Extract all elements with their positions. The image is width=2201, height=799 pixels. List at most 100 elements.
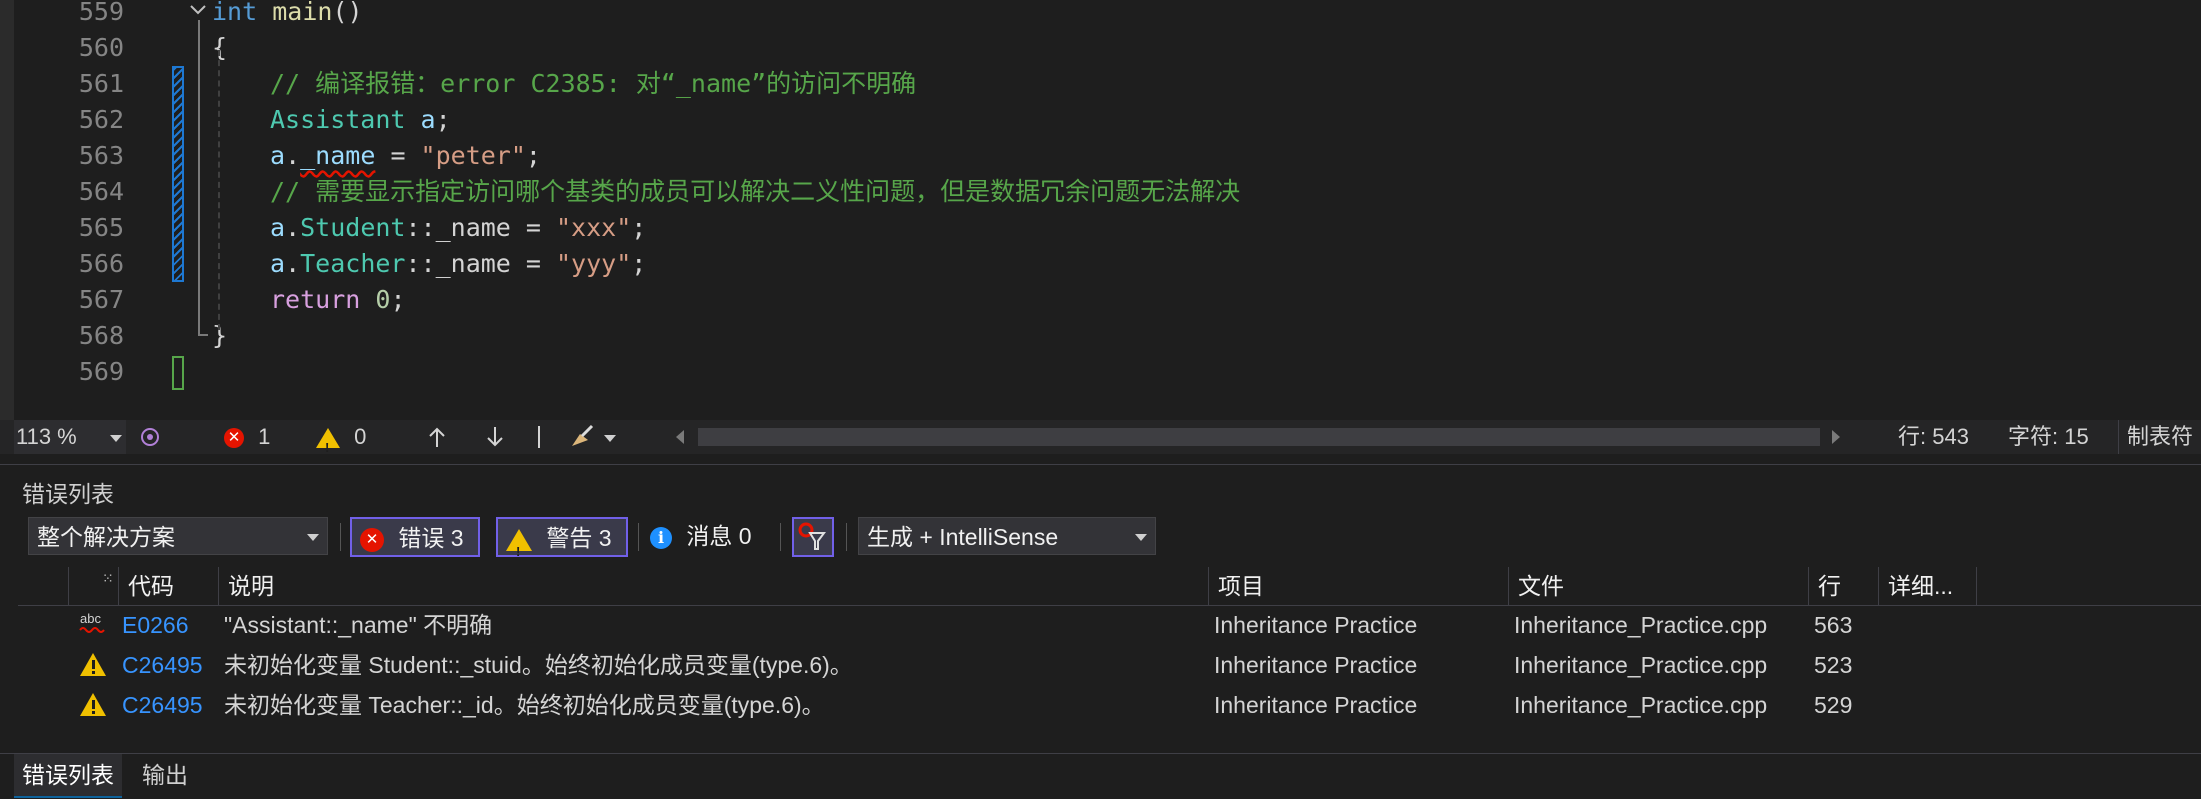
code-token: ; [525, 141, 541, 170]
code-line[interactable]: a.Student::_name = "xxx"; [270, 210, 646, 246]
column-header-project[interactable]: 项目 [1212, 567, 1512, 605]
column-header-description[interactable]: 说明 [222, 567, 1212, 605]
code-token: a [420, 105, 436, 134]
editor-left-rail [0, 0, 14, 420]
editor-status-bar: 113 % ✕ 1 ! 0 行: 543 字符: 15 制表符 [0, 420, 2201, 455]
code-token: "peter" [420, 141, 526, 170]
warnings-filter-button[interactable]: ! 警告 3 [496, 517, 628, 559]
table-row[interactable]: C26495 未初始化变量 Student::_stuid。始终初始化成员变量(t… [18, 645, 2201, 685]
toolbar-separator [340, 523, 341, 551]
tab-mode[interactable]: 制表符 [2118, 420, 2201, 454]
code-token: . [285, 213, 301, 242]
error-count[interactable]: ✕ 1 [224, 420, 270, 454]
code-token: . [285, 141, 301, 170]
info-icon: i [650, 526, 672, 549]
errors-filter-button[interactable]: ✕ 错误 3 [350, 517, 480, 557]
scroll-left-arrow[interactable] [672, 420, 688, 454]
column-divider [1976, 567, 1977, 605]
code-line[interactable]: // 编译报错：error C2385: 对“_name”的访问不明确 [270, 66, 916, 102]
warning-count[interactable]: ! 0 [316, 420, 366, 455]
column-divider [1878, 567, 1879, 605]
line-number: 564 [78, 177, 124, 206]
code-token: ; [631, 213, 647, 242]
line-number: 568 [78, 321, 124, 350]
warning-icon [78, 685, 114, 721]
code-token: return [270, 285, 361, 314]
tab-output[interactable]: 输出 [134, 754, 196, 796]
zoom-value: 113 % [16, 424, 77, 449]
cursor-line[interactable]: 行: 543 [1898, 420, 1969, 454]
error-list-panel: 错误列表 整个解决方案 ✕ 错误 3 ! 警告 3 i 消息 0 生成 + In… [0, 464, 2201, 799]
scope-dropdown[interactable]: 整个解决方案 [28, 517, 328, 555]
code-line[interactable]: int main() [212, 0, 363, 30]
build-source-dropdown[interactable]: 生成 + IntelliSense [858, 517, 1156, 555]
row-file: Inheritance_Practice.cpp [1514, 692, 1768, 718]
column-divider [118, 567, 119, 605]
scroll-right-arrow[interactable] [1828, 420, 1844, 454]
grid-rows: abc E0266 "Assistant::_name" 不明确 Inheritanc… [18, 605, 2201, 721]
row-project: Inheritance Practice [1214, 692, 1418, 718]
table-row[interactable]: C26495 未初始化变量 Teacher::_id。始终初始化成员变量(type… [18, 685, 2201, 721]
code-token: Teacher [300, 249, 406, 278]
spell-check-icon: abc [78, 605, 114, 645]
column-header-file[interactable]: 文件 [1512, 567, 1812, 605]
zoom-dropdown[interactable]: 113 % [14, 420, 126, 454]
code-token: Assistant [270, 105, 406, 134]
column-header-line[interactable]: 行 [1812, 567, 1882, 605]
row-description: 未初始化变量 Teacher::_id。始终初始化成员变量(type.6)。 [224, 692, 825, 718]
line-number: 563 [78, 141, 124, 170]
code-token: ::_name = [405, 213, 556, 242]
column-divider [68, 567, 69, 605]
code-line[interactable]: a.Teacher::_name = "yyy"; [270, 246, 646, 282]
row-code[interactable]: C26495 [122, 685, 218, 721]
code-line[interactable]: return 0; [270, 282, 406, 318]
filter-icon [798, 522, 826, 550]
collapse-chevron-icon[interactable] [188, 2, 208, 18]
filter-button[interactable] [792, 517, 834, 557]
row-description: "Assistant::_name" 不明确 [224, 612, 493, 638]
code-token: a [270, 213, 286, 242]
code-token: int [212, 0, 258, 26]
row-file: Inheritance_Practice.cpp [1514, 612, 1768, 638]
table-row[interactable]: abc E0266 "Assistant::_name" 不明确 Inheritanc… [18, 605, 2201, 645]
svg-text:abc: abc [80, 611, 101, 626]
warning-icon: ! [316, 428, 340, 455]
cursor-char[interactable]: 字符: 15 [2008, 420, 2089, 454]
row-code[interactable]: E0266 [122, 605, 218, 645]
code-token: Student [300, 213, 406, 242]
code-line[interactable]: a._name = "peter"; [270, 138, 541, 174]
horizontal-scrollbar[interactable] [698, 428, 1820, 446]
error-list-toolbar: 整个解决方案 ✕ 错误 3 ! 警告 3 i 消息 0 生成 + Intelli… [0, 517, 2201, 559]
row-line: 529 [1814, 692, 1853, 718]
column-divider [1508, 567, 1509, 605]
error-icon: ✕ [224, 428, 244, 449]
line-number: 561 [78, 69, 124, 98]
row-project: Inheritance Practice [1214, 652, 1418, 678]
panel-title: 错误列表 [22, 481, 114, 507]
toolbar-separator [780, 523, 781, 551]
line-number: 565 [78, 213, 124, 242]
tab-error-list[interactable]: 错误列表 [14, 754, 122, 798]
code-token: "yyy" [556, 249, 632, 278]
next-issue-button[interactable] [484, 420, 506, 454]
column-header-code[interactable]: 代码 [122, 567, 232, 605]
code-token: "xxx" [556, 213, 632, 242]
intellicode-icon[interactable] [138, 420, 162, 454]
code-line[interactable]: Assistant a; [270, 102, 451, 138]
toolbar-separator [638, 523, 639, 551]
code-line[interactable]: // 需要显示指定访问哪个基类的成员可以解决二义性问题，但是数据冗余问题无法解决 [270, 174, 1240, 210]
code-cleanup-button[interactable] [566, 420, 618, 454]
chevron-down-icon [110, 435, 122, 442]
code-token: a [270, 141, 286, 170]
code-editor[interactable]: 559 560 561 562 563 564 565 566 567 568 569 int ma… [0, 0, 2201, 420]
toolbar-separator [846, 523, 847, 551]
messages-filter-button[interactable]: i 消息 0 [650, 517, 770, 557]
code-token: // 编译报错：error C2385: 对“_name”的访问不明确 [270, 69, 917, 98]
code-token: 0 [375, 285, 391, 314]
row-code[interactable]: C26495 [122, 645, 218, 685]
indent-guide [218, 50, 220, 330]
previous-issue-button[interactable] [426, 420, 448, 454]
status-separator [538, 426, 540, 448]
